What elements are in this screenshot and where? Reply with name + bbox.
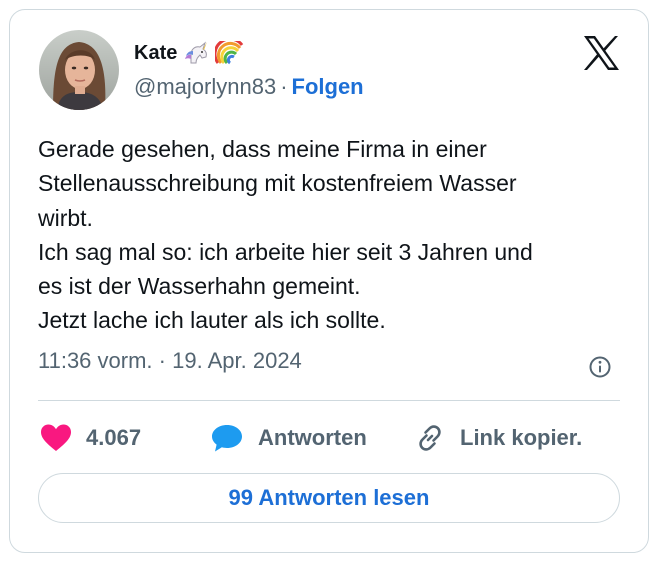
follow-button[interactable]: Folgen: [292, 74, 364, 99]
separator-dot: ·: [280, 74, 288, 99]
tweet-line: Jetzt lache ich lauter als ich sollte.: [38, 307, 386, 334]
tweet-card: Kate @majorlynn83 · Folgen Gerade gesehe…: [9, 9, 649, 553]
info-icon[interactable]: [588, 355, 612, 379]
unicorn-icon: [183, 41, 209, 65]
timestamp-separator: ·: [158, 348, 166, 373]
heart-icon: [40, 423, 72, 453]
copy-link-button[interactable]: Link kopier.: [414, 418, 582, 458]
divider: [38, 400, 620, 401]
tweet-timestamp: 11:36 vorm. · 19. Apr. 2024: [38, 348, 302, 374]
speech-bubble-icon: [210, 423, 244, 453]
reply-button[interactable]: Antworten: [210, 418, 367, 458]
reply-label: Antworten: [258, 425, 367, 450]
author-handle-row: @majorlynn83 · Folgen: [134, 74, 364, 100]
x-logo-icon[interactable]: [582, 35, 620, 71]
tweet-line: Gerade gesehen, dass meine Firma in eine…: [38, 136, 487, 162]
tweet-line: wirbt.: [38, 204, 93, 231]
author-name-row: Kate: [134, 37, 245, 66]
tweet-time[interactable]: 11:36 vorm.: [38, 348, 153, 373]
like-count: 4.067: [86, 425, 142, 450]
tweet-line: Ich sag mal so: ich arbeite hier seit 3 …: [38, 238, 533, 265]
tweet-line: es ist der Wasserhahn gemeint.: [38, 273, 361, 300]
tweet-date[interactable]: 19. Apr. 2024: [172, 348, 302, 373]
like-button[interactable]: 4.067: [40, 418, 141, 458]
action-bar: 4.067 Antworten Link kopier.: [38, 418, 628, 458]
tweet-line: Stellenausschreibung mit kostenfreiem Wa…: [38, 170, 517, 197]
author-display-name[interactable]: Kate: [134, 42, 177, 65]
rainbow-icon: [213, 37, 245, 65]
read-replies-button[interactable]: 99 Antworten lesen: [38, 473, 620, 523]
author-handle[interactable]: @majorlynn83: [134, 74, 276, 99]
avatar-photo: [39, 30, 119, 110]
avatar[interactable]: [39, 30, 119, 110]
link-icon: [414, 422, 446, 454]
tweet-text: Gerade gesehen, dass meine Firma in eine…: [38, 132, 628, 338]
copy-link-label: Link kopier.: [460, 425, 583, 450]
